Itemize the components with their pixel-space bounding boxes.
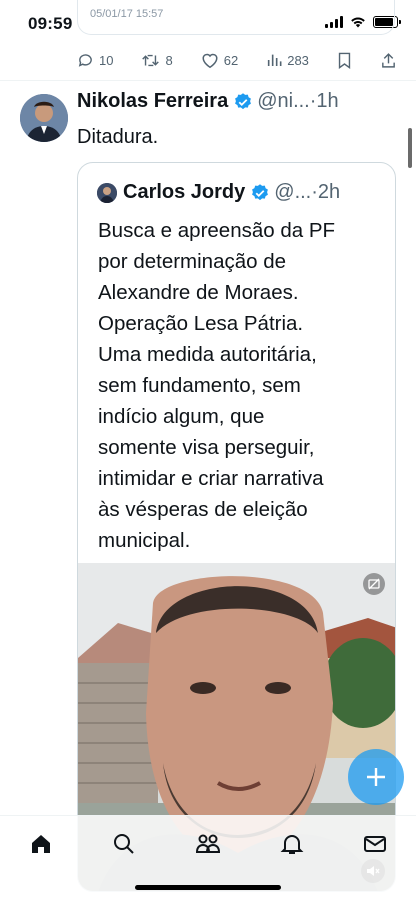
reply-button[interactable]: 10 (77, 52, 113, 69)
tweet-time[interactable]: 1h (316, 90, 338, 113)
quoted-tweet-time: 2h (317, 181, 341, 203)
retweet-count: 8 (165, 52, 173, 68)
messages-icon (364, 836, 386, 852)
quoted-text-line: indício algum, que (98, 405, 265, 428)
quoted-text-line: Alexandre de Moraes. (98, 281, 299, 304)
search-icon (114, 834, 134, 854)
home-indicator[interactable] (135, 885, 281, 890)
reply-icon (78, 53, 92, 67)
previous-tweet-date: 05/01/17 15:57 (90, 8, 164, 20)
separator-dot: · (311, 181, 318, 203)
quoted-text-line: somente visa perseguir, (98, 436, 315, 459)
author-handle[interactable]: @ni... (257, 90, 310, 113)
quoted-text-line: municipal. (98, 529, 191, 552)
tweet-header: Nikolas Ferreira @ni... · 1h (77, 90, 386, 113)
quoted-text-line: Uma medida autoritária, (98, 343, 317, 366)
verified-badge-icon (250, 183, 270, 203)
previous-tweet-media[interactable]: 05/01/17 15:57 (77, 0, 395, 35)
quoted-author-handle: @... (274, 181, 312, 203)
quoted-author-avatar (97, 182, 117, 203)
nav-communities[interactable] (194, 830, 222, 858)
views-icon (268, 54, 282, 66)
share-icon (382, 52, 395, 68)
previous-tweet-actions: 10 8 62 283 (77, 48, 397, 72)
quoted-text-line: Operação Lesa Pátria. (98, 312, 304, 335)
author-avatar[interactable] (20, 94, 68, 142)
status-time: 09:59 (28, 14, 73, 33)
tweet-text: Ditadura. (77, 126, 159, 148)
quoted-tweet-text: Busca e apreensão da PF por determinação… (98, 215, 383, 556)
views-button[interactable]: 283 (266, 52, 309, 68)
nav-home[interactable] (27, 830, 55, 858)
nav-messages[interactable] (361, 830, 389, 858)
quoted-text-line: sem fundamento, sem (98, 374, 301, 397)
nav-notifications[interactable] (278, 830, 306, 858)
scrollbar[interactable] (408, 128, 412, 168)
home-icon (32, 835, 50, 853)
separator-dot: · (309, 90, 317, 112)
communities-icon (195, 834, 221, 853)
quoted-tweet-header: Carlos Jordy @... · 2h (97, 181, 340, 204)
retweet-icon (142, 54, 160, 66)
quoted-author-name: Carlos Jordy (123, 181, 246, 203)
quoted-text-line: por determinação de (98, 250, 287, 273)
like-button[interactable]: 62 (201, 52, 238, 69)
bookmark-icon (338, 52, 351, 69)
quoted-text-line: Busca e apreensão da PF (98, 219, 336, 242)
retweet-button[interactable]: 8 (141, 52, 173, 69)
verified-badge-icon (233, 92, 253, 112)
heart-icon (202, 53, 218, 68)
compose-button[interactable] (348, 749, 404, 805)
notifications-icon (280, 835, 304, 854)
reply-count: 10 (99, 52, 114, 68)
quoted-text-line: intimidar e criar narrativa (98, 467, 324, 490)
media-settings-icon[interactable] (363, 573, 385, 595)
like-count: 62 (223, 52, 239, 68)
quoted-text-line: às vésperas de eleição (98, 498, 308, 521)
tweet-divider (0, 80, 416, 81)
views-count: 283 (287, 52, 309, 68)
nav-search[interactable] (110, 830, 138, 858)
share-button[interactable] (380, 52, 397, 69)
author-name[interactable]: Nikolas Ferreira (77, 90, 228, 113)
bookmark-button[interactable] (337, 52, 352, 69)
plus-icon (367, 768, 385, 786)
